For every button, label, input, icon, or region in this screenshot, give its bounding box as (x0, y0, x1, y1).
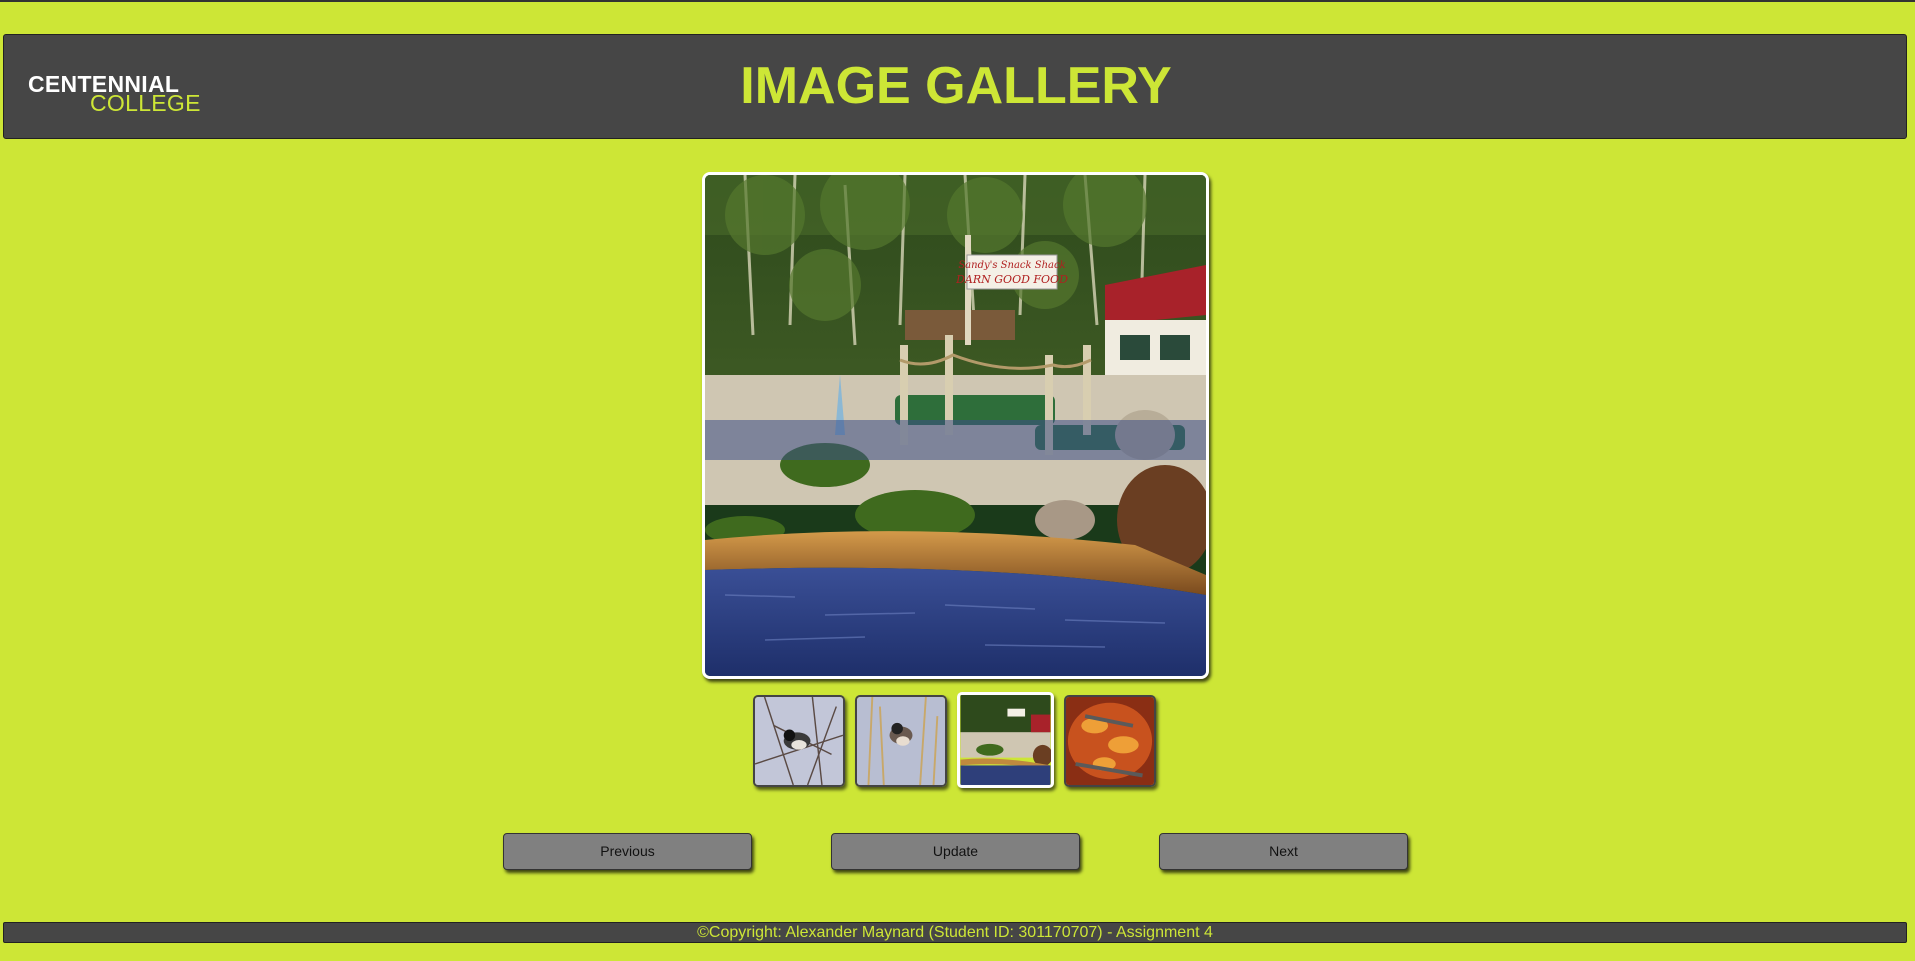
thumbnail-mini-golf-pond[interactable] (957, 692, 1054, 788)
thumbnail-strip (0, 692, 1915, 788)
bird-image-icon (755, 697, 843, 785)
copyright-text: ©Copyright: Alexander Maynard (Student I… (697, 924, 1213, 941)
thumbnail-bird-on-branch[interactable] (753, 695, 845, 787)
update-button[interactable]: Update (831, 833, 1080, 870)
main-gallery-image: Sandy's Snack Shack DARN GOOD FOOD (702, 172, 1209, 679)
thumbnail-campfire-embers[interactable] (1064, 695, 1156, 787)
previous-button[interactable]: Previous (503, 833, 752, 870)
fire-image-icon (1066, 697, 1154, 785)
top-border-line (0, 0, 1915, 2)
sign-line-1: Sandy's Snack Shack (958, 260, 1065, 271)
thumbnail-bird-in-reeds[interactable] (855, 695, 947, 787)
page-header: CENTENNIAL COLLEGE IMAGE GALLERY (3, 34, 1907, 139)
next-button[interactable]: Next (1159, 833, 1408, 870)
mini-golf-image-icon (960, 695, 1051, 785)
sign-line-2: DARN GOOD FOOD (955, 273, 1068, 286)
page-title: IMAGE GALLERY (740, 57, 1172, 115)
main-image-picture: Sandy's Snack Shack DARN GOOD FOOD (705, 175, 1206, 676)
page-footer: ©Copyright: Alexander Maynard (Student I… (3, 922, 1907, 943)
bird-image-icon (857, 697, 945, 785)
